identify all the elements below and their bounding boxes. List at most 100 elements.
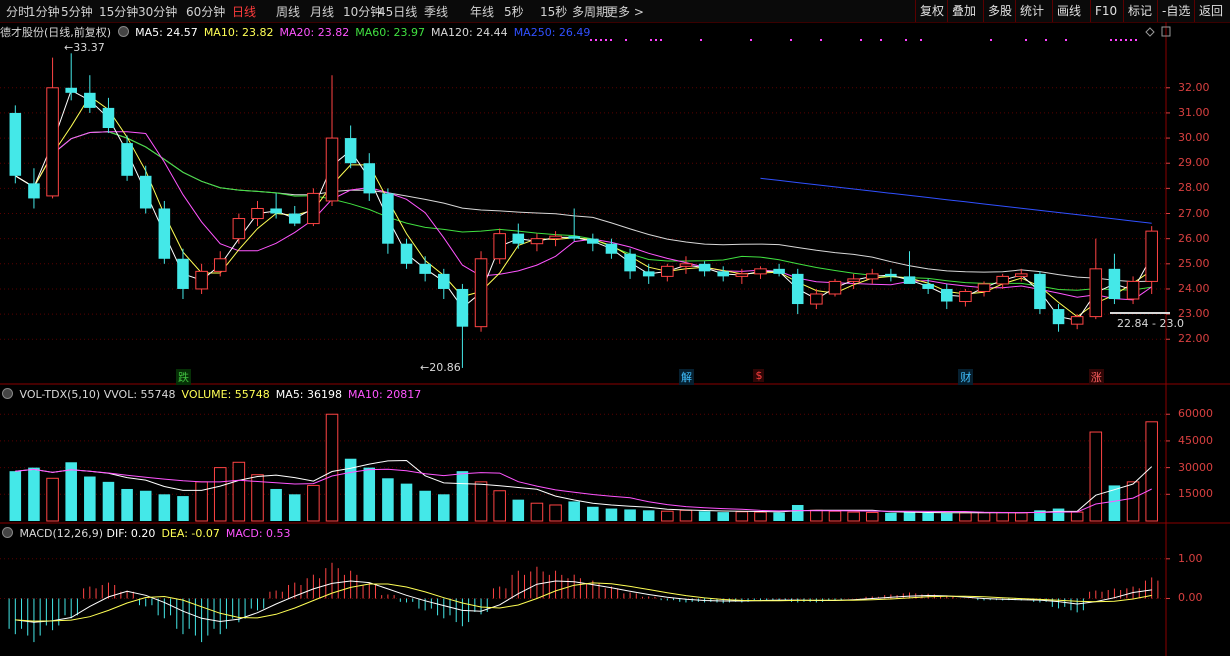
volume-panel-title: VOL-TDX(5,10) (19, 388, 101, 401)
candle-body (1089, 268, 1103, 318)
price-tick-label: 32.00 (1178, 80, 1210, 94)
volume-bar (213, 467, 227, 522)
volume-bar (493, 490, 506, 522)
vol-tick-label: 15000 (1178, 487, 1213, 501)
price-tick-label: 26.00 (1178, 231, 1210, 245)
candle-body (251, 207, 264, 220)
macd-tick-label: 1.00 (1178, 551, 1203, 565)
volume-bar (773, 512, 785, 521)
dea-line (15, 582, 1152, 622)
event-marker[interactable]: 解 (678, 369, 694, 385)
ma250-line (760, 177, 1152, 224)
signal-dot (1065, 39, 1067, 41)
candle-body (121, 143, 133, 176)
candle-body (587, 238, 599, 244)
volume-bar (177, 496, 189, 521)
candle-body (474, 258, 488, 328)
candle-body (325, 137, 339, 202)
volume-bar (28, 467, 40, 521)
signal-dot (625, 39, 627, 41)
range-label: 22.84 - 23.0 (1117, 317, 1184, 330)
volume-bar (84, 476, 96, 521)
price-tick-label: 27.00 (1178, 206, 1210, 220)
volume-bar (587, 506, 599, 521)
volume-bar (1145, 421, 1158, 522)
vol-settings-icon[interactable] (2, 388, 13, 399)
candle-body (1070, 316, 1084, 325)
candle-body (65, 87, 77, 93)
candle-body (139, 175, 152, 209)
event-marker[interactable]: $ (753, 369, 765, 382)
candle-body (642, 271, 655, 277)
candle-body (624, 253, 636, 272)
volume-bar (549, 504, 562, 522)
signal-dot (1135, 39, 1137, 41)
volume-bar (865, 511, 879, 522)
candle-body (270, 208, 282, 214)
event-marker[interactable]: 财 (958, 369, 974, 385)
signal-dot (655, 39, 657, 41)
volume-bar (288, 494, 301, 521)
volume-bar (754, 511, 767, 522)
volume-bar (65, 462, 77, 521)
volume-bar (474, 481, 488, 522)
candle-body (1015, 273, 1028, 277)
volume-bar (9, 471, 22, 521)
signal-dot (600, 39, 602, 41)
signal-dot (605, 39, 607, 41)
volume-bar (1070, 511, 1084, 522)
volume-bar (270, 488, 282, 521)
volume-bar (847, 511, 860, 522)
candle-body (791, 273, 804, 305)
macd-panel-title: MACD(12,26,9) (19, 527, 104, 540)
candle-body (84, 92, 96, 108)
volume-bar (456, 471, 469, 521)
volume-bar (419, 490, 431, 521)
signal-dot (750, 39, 752, 41)
volume-bar (438, 494, 450, 521)
vol-label-0: VVOL: 55748 (103, 388, 176, 401)
candle-body (530, 238, 544, 245)
candle-body (493, 233, 506, 260)
volume-bar (46, 477, 59, 522)
event-marker[interactable]: 跌 (175, 369, 191, 385)
volume-bar (679, 509, 693, 522)
price-tick-label: 30.00 (1178, 131, 1210, 145)
indicator-settings-icon[interactable] (117, 26, 129, 37)
candle-body (735, 273, 749, 277)
candle-body (438, 273, 450, 289)
candle-body (400, 243, 413, 264)
volume-bar (382, 478, 394, 521)
volume-bar (307, 484, 320, 522)
macd-settings-icon[interactable] (2, 527, 13, 538)
candle-body (549, 235, 562, 240)
signal-dot (790, 39, 792, 41)
volume-bar (139, 490, 152, 521)
signal-dot (920, 39, 922, 41)
price-panel-header: 德才股份(日线,前复权) MA5: 24.57 MA10: 23.82 MA20: … (0, 24, 596, 40)
price-tick-label: 22.00 (1178, 332, 1210, 346)
signal-dot (1125, 39, 1127, 41)
volume-bar (828, 510, 842, 522)
candle-body (698, 263, 711, 272)
candle-body (605, 243, 618, 254)
price-tick-label: 31.00 (1178, 105, 1210, 119)
candle-body (213, 258, 227, 272)
diamond-icon (1145, 27, 1155, 37)
volume-bar (922, 512, 934, 521)
candle-body (959, 290, 972, 303)
vol-tick-label: 60000 (1178, 407, 1213, 421)
volume-bar (158, 494, 171, 521)
candle-body (344, 138, 357, 164)
candle-body (512, 233, 525, 244)
volume-bar (530, 502, 544, 522)
volume-bar (661, 510, 674, 522)
signal-dot (1130, 39, 1132, 41)
event-marker[interactable]: 涨 (1088, 369, 1104, 385)
vol-label-2: MA5: 36198 (275, 388, 343, 401)
signal-dot (905, 39, 907, 41)
candle-body (158, 208, 171, 259)
candle-body (1145, 230, 1158, 282)
volume-bar (195, 481, 208, 522)
signal-dot (880, 39, 882, 41)
